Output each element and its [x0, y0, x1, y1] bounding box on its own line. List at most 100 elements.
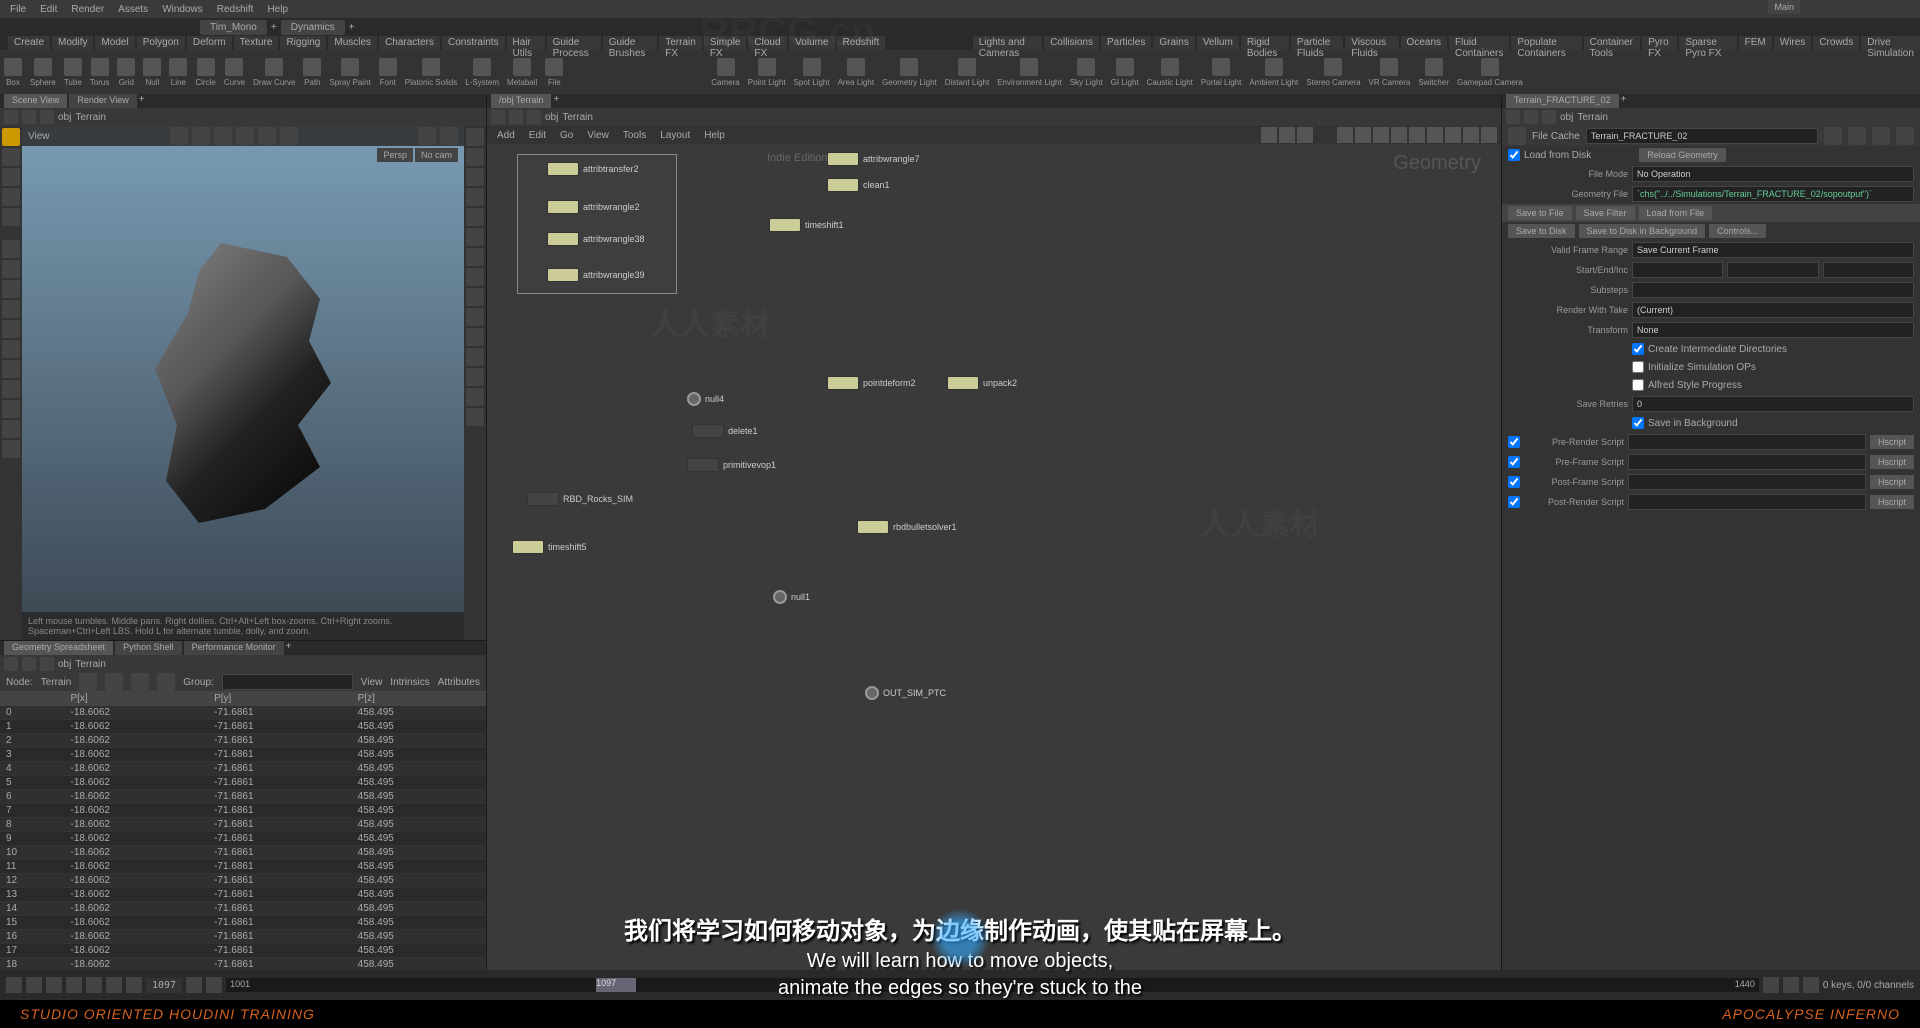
gear-icon[interactable]: [1824, 127, 1842, 145]
nw-tool-icon[interactable]: [1427, 127, 1443, 143]
play-icon[interactable]: [86, 977, 102, 993]
menu-help[interactable]: Help: [261, 2, 294, 17]
menu-assets[interactable]: Assets: [112, 2, 154, 17]
tab-render-view[interactable]: Render View: [69, 94, 136, 108]
nw-tool-icon[interactable]: [1391, 127, 1407, 143]
nw-tool-icon[interactable]: [1337, 127, 1353, 143]
prev-frame-icon[interactable]: [26, 977, 42, 993]
save-bg-button[interactable]: Save to Disk in Background: [1579, 224, 1706, 238]
help-icon[interactable]: [1848, 127, 1866, 145]
pre-frame-input[interactable]: [1628, 454, 1866, 470]
playhead[interactable]: 1097: [596, 978, 636, 992]
display-icon[interactable]: [466, 328, 484, 346]
tab-add-icon[interactable]: +: [271, 22, 277, 33]
shelf-tool-null[interactable]: Null: [139, 56, 165, 89]
vp-icon[interactable]: [258, 127, 276, 145]
table-row[interactable]: 12-18.6062-71.6861458.495: [0, 874, 486, 888]
nw-tool-icon[interactable]: [1279, 127, 1295, 143]
magnet-icon[interactable]: [2, 400, 20, 418]
shelf-tab[interactable]: Container Tools: [1584, 36, 1641, 50]
context-tab-dynamics[interactable]: Dynamics: [281, 20, 345, 35]
shelf-tab[interactable]: Simple FX: [704, 36, 747, 50]
context-tab-timmono[interactable]: Tim_Mono: [200, 20, 267, 35]
shelf-tab[interactable]: Rigging: [280, 36, 326, 50]
shelf-tool-line[interactable]: Line: [165, 56, 191, 89]
node-attribwrangle39[interactable]: attribwrangle39: [547, 268, 645, 282]
current-frame[interactable]: 1097: [146, 978, 182, 993]
lang-dropdown[interactable]: Hscript: [1870, 435, 1914, 449]
node-timeshift5[interactable]: timeshift5: [512, 540, 587, 554]
tool-icon[interactable]: [2, 300, 20, 318]
table-row[interactable]: 11-18.6062-71.6861458.495: [0, 860, 486, 874]
shelf-tool-camera[interactable]: Camera: [707, 56, 743, 89]
shelf-tab[interactable]: Modify: [52, 36, 93, 50]
menu-redshift[interactable]: Redshift: [211, 2, 260, 17]
render-take-dropdown[interactable]: (Current): [1632, 302, 1914, 318]
column-header[interactable]: P[x]: [64, 691, 208, 706]
display-icon[interactable]: [466, 188, 484, 206]
shelf-tab[interactable]: Lights and Cameras: [973, 36, 1042, 50]
help-icon[interactable]: [440, 127, 458, 145]
shelf-tab[interactable]: Pyro FX: [1642, 36, 1677, 50]
table-row[interactable]: 13-18.6062-71.6861458.495: [0, 888, 486, 902]
play-rev-icon[interactable]: [46, 977, 62, 993]
nav-back-icon[interactable]: [4, 657, 18, 671]
inc-input[interactable]: [1823, 262, 1914, 278]
shelf-tool-spray-paint[interactable]: Spray Paint: [325, 56, 374, 89]
display-icon[interactable]: [466, 348, 484, 366]
shelf-tab[interactable]: Rigid Bodies: [1241, 36, 1289, 50]
shelf-tab[interactable]: Vellum: [1197, 36, 1239, 50]
shelf-tab[interactable]: Constraints: [442, 36, 505, 50]
script-enable-check[interactable]: [1508, 436, 1520, 448]
script-enable-check[interactable]: [1508, 456, 1520, 468]
nav-fwd-icon[interactable]: [509, 110, 523, 124]
alfred-check[interactable]: [1632, 379, 1644, 391]
node-OUT_SIM_PTC[interactable]: OUT_SIM_PTC: [865, 686, 946, 700]
tab-network[interactable]: /obj Terrain: [491, 94, 551, 108]
shelf-tab[interactable]: Deform: [187, 36, 232, 50]
node-null1[interactable]: null1: [773, 590, 810, 604]
table-row[interactable]: 16-18.6062-71.6861458.495: [0, 930, 486, 944]
ss-mode-icon[interactable]: [79, 673, 97, 691]
script-enable-check[interactable]: [1508, 496, 1520, 508]
shelf-tab[interactable]: Oceans: [1401, 36, 1447, 50]
shelf-tool-portal-light[interactable]: Portal Light: [1197, 56, 1245, 89]
shelf-tab[interactable]: Populate Containers: [1511, 36, 1581, 50]
ss-mode-icon[interactable]: [131, 673, 149, 691]
group-input[interactable]: [222, 674, 353, 690]
post-frame-input[interactable]: [1628, 474, 1866, 490]
node-RBD_Rocks_SIM[interactable]: RBD_Rocks_SIM: [527, 492, 633, 506]
node-attribwrangle38[interactable]: attribwrangle38: [547, 232, 645, 246]
tab-perf-monitor[interactable]: Performance Monitor: [184, 641, 284, 655]
display-icon[interactable]: [466, 288, 484, 306]
tab-load-from-file[interactable]: Load from File: [1639, 206, 1713, 220]
nav-back-icon[interactable]: [1506, 110, 1520, 124]
shelf-tab[interactable]: FEM: [1739, 36, 1772, 50]
nw-tool-icon[interactable]: [1409, 127, 1425, 143]
shelf-tool-area-light[interactable]: Area Light: [834, 56, 878, 89]
tool-icon[interactable]: [2, 420, 20, 438]
cursor-icon[interactable]: [170, 127, 188, 145]
shelf-tab[interactable]: Create: [8, 36, 50, 50]
save-bg-check[interactable]: [1632, 417, 1644, 429]
tab-scene-view[interactable]: Scene View: [4, 94, 67, 108]
tool-icon[interactable]: [2, 188, 20, 206]
shelf-tool-curve[interactable]: Curve: [220, 56, 249, 89]
display-icon[interactable]: [466, 408, 484, 426]
audio-icon[interactable]: [1803, 977, 1819, 993]
nw-tool-icon[interactable]: [1297, 127, 1313, 143]
init-sim-check[interactable]: [1632, 361, 1644, 373]
view-label[interactable]: View: [361, 677, 383, 688]
ss-mode-icon[interactable]: [157, 673, 175, 691]
table-row[interactable]: 10-18.6062-71.6861458.495: [0, 846, 486, 860]
node-timeshift1[interactable]: timeshift1: [769, 218, 844, 232]
save-to-disk-button[interactable]: Save to Disk: [1508, 224, 1575, 238]
path-segment[interactable]: Terrain: [562, 112, 593, 123]
pre-render-input[interactable]: [1628, 434, 1866, 450]
shelf-tool-tube[interactable]: Tube: [60, 56, 86, 89]
reload-button[interactable]: Reload Geometry: [1639, 148, 1726, 162]
table-row[interactable]: 5-18.6062-71.6861458.495: [0, 776, 486, 790]
tool-icon[interactable]: [2, 340, 20, 358]
scene-viewport[interactable]: View Persp No: [0, 126, 486, 640]
vp-icon[interactable]: [214, 127, 232, 145]
